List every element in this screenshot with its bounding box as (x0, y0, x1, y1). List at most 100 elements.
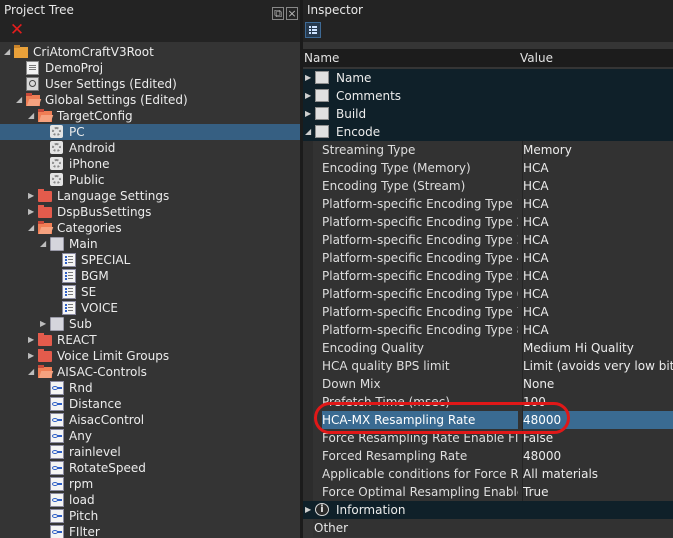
tree-node[interactable]: User Settings (Edited) (0, 76, 300, 92)
property-value[interactable]: False (522, 429, 673, 447)
expand-arrow-icon[interactable]: ▶ (305, 105, 311, 123)
tree-node[interactable]: SPECIAL (0, 252, 300, 268)
property-value[interactable]: 48000 (522, 411, 673, 429)
collapse-arrow-icon[interactable]: ◢ (28, 364, 37, 380)
property-value[interactable]: Medium Hi Quality (522, 339, 673, 357)
property-value[interactable]: HCA (522, 159, 673, 177)
property-category[interactable]: ▶ i Information (303, 501, 673, 519)
float-icon[interactable]: ⧉ (272, 7, 284, 20)
tree-node[interactable]: VOICE (0, 300, 300, 316)
close-icon[interactable]: × (286, 7, 298, 20)
property-value[interactable]: All materials (522, 465, 673, 483)
property-row[interactable]: Force Optimal Resampling Enable ... True (313, 483, 673, 501)
expand-arrow-icon[interactable]: ▶ (305, 69, 311, 87)
property-value[interactable]: HCA (522, 267, 673, 285)
property-row[interactable]: Platform-specific Encoding Type 1 HCA (313, 195, 673, 213)
tree-node[interactable]: RotateSpeed (0, 460, 300, 476)
aisac-control-icon (50, 445, 64, 459)
property-value[interactable]: True (522, 483, 673, 501)
tree-node[interactable]: SE (0, 284, 300, 300)
tree-node[interactable]: ◢ Global Settings (Edited) (0, 92, 300, 108)
property-row[interactable]: Encoding Type (Memory) HCA (313, 159, 673, 177)
tree-node[interactable]: Distance (0, 396, 300, 412)
property-row[interactable]: Platform-specific Encoding Type 4 HCA (313, 249, 673, 267)
property-value[interactable]: HCA (522, 249, 673, 267)
collapse-arrow-icon[interactable]: ◢ (28, 220, 37, 236)
property-row[interactable]: Forced Resampling Rate 48000 (313, 447, 673, 465)
property-value[interactable]: None (522, 375, 673, 393)
property-row[interactable]: Platform-specific Encoding Type 3 HCA (313, 231, 673, 249)
tree-node[interactable]: ◢ Categories (0, 220, 300, 236)
property-row[interactable]: Platform-specific Encoding Type 8 HCA (313, 321, 673, 339)
tree-node[interactable]: Pitch (0, 508, 300, 524)
property-category[interactable]: ▶ Name (303, 69, 673, 87)
property-row[interactable]: HCA-MX Resampling Rate 48000 (313, 411, 673, 429)
value-column-header[interactable]: Value (520, 49, 553, 67)
property-row[interactable]: Platform-specific Encoding Type 7 HCA (313, 303, 673, 321)
tree-node[interactable]: rpm (0, 476, 300, 492)
tree-node[interactable]: PC (0, 124, 300, 140)
property-row[interactable]: Prefetch Time (msec) 100 (313, 393, 673, 411)
tree-node[interactable]: iPhone (0, 156, 300, 172)
tree-node[interactable]: rainlevel (0, 444, 300, 460)
collapse-arrow-icon[interactable]: ◢ (4, 44, 13, 60)
property-value[interactable]: 100 (522, 393, 673, 411)
tree-node[interactable]: DemoProj (0, 60, 300, 76)
tree-node[interactable]: Rnd (0, 380, 300, 396)
delete-icon[interactable]: ✕ (8, 21, 26, 39)
tree-node[interactable]: ▶ REACT (0, 332, 300, 348)
property-value[interactable]: HCA (522, 231, 673, 249)
property-row[interactable]: Platform-specific Encoding Type 6 HCA (313, 285, 673, 303)
property-value[interactable]: HCA (522, 213, 673, 231)
tree-node[interactable]: ▶ Language Settings (0, 188, 300, 204)
tree-node[interactable]: Public (0, 172, 300, 188)
tree-node[interactable]: Any (0, 428, 300, 444)
property-value[interactable]: 48000 (522, 447, 673, 465)
expand-arrow-icon[interactable]: ▶ (28, 348, 37, 364)
categorized-view-icon[interactable] (305, 22, 321, 38)
tree-node[interactable]: ▶ Voice Limit Groups (0, 348, 300, 364)
property-value[interactable]: HCA (522, 303, 673, 321)
property-row[interactable]: Down Mix None (313, 375, 673, 393)
property-category[interactable]: ▶ Comments (303, 87, 673, 105)
collapse-arrow-icon[interactable]: ◢ (16, 92, 25, 108)
property-row[interactable]: Force Resampling Rate Enable Flag False (313, 429, 673, 447)
other-row[interactable]: Other (313, 519, 673, 537)
collapse-arrow-icon[interactable]: ◢ (305, 123, 311, 141)
tree-node[interactable]: ◢ Main (0, 236, 300, 252)
tree-node[interactable]: ◢ AISAC-Controls (0, 364, 300, 380)
tree-node[interactable]: BGM (0, 268, 300, 284)
expand-arrow-icon[interactable]: ▶ (305, 501, 311, 519)
expand-arrow-icon[interactable]: ▶ (40, 316, 49, 332)
tree-node[interactable]: ◢ CriAtomCraftV3Root (0, 44, 300, 60)
property-value[interactable]: HCA (522, 177, 673, 195)
property-value[interactable]: HCA (522, 321, 673, 339)
tree-node[interactable]: load (0, 492, 300, 508)
property-row[interactable]: Platform-specific Encoding Type 2 HCA (313, 213, 673, 231)
property-value[interactable]: HCA (522, 195, 673, 213)
tree-node[interactable]: ▶ Sub (0, 316, 300, 332)
property-row[interactable]: Applicable conditions for Force Re... All… (313, 465, 673, 483)
property-value[interactable]: HCA (522, 285, 673, 303)
property-value[interactable]: Memory (522, 141, 673, 159)
name-column-header[interactable]: Name (304, 49, 339, 67)
property-category[interactable]: ▶ Build (303, 105, 673, 123)
property-row[interactable]: HCA quality BPS limit Limit (avoids very … (313, 357, 673, 375)
expand-arrow-icon[interactable]: ▶ (28, 332, 37, 348)
expand-arrow-icon[interactable]: ▶ (28, 204, 37, 220)
collapse-arrow-icon[interactable]: ◢ (40, 236, 49, 252)
collapse-arrow-icon[interactable]: ◢ (28, 108, 37, 124)
tree-node[interactable]: ◢ TargetConfig (0, 108, 300, 124)
tree-node[interactable]: AisacControl (0, 412, 300, 428)
property-value[interactable]: Limit (avoids very low bit rate (522, 357, 673, 375)
tree-node[interactable]: Android (0, 140, 300, 156)
expand-arrow-icon[interactable]: ▶ (305, 87, 311, 105)
property-row[interactable]: Platform-specific Encoding Type 5 HCA (313, 267, 673, 285)
tree-node[interactable]: ▶ DspBusSettings (0, 204, 300, 220)
property-row[interactable]: Encoding Quality Medium Hi Quality (313, 339, 673, 357)
property-row[interactable]: Encoding Type (Stream) HCA (313, 177, 673, 195)
property-category[interactable]: ◢ Encode (303, 123, 673, 141)
property-row[interactable]: Streaming Type Memory (313, 141, 673, 159)
tree-node[interactable]: FIlter (0, 524, 300, 538)
expand-arrow-icon[interactable]: ▶ (28, 188, 37, 204)
